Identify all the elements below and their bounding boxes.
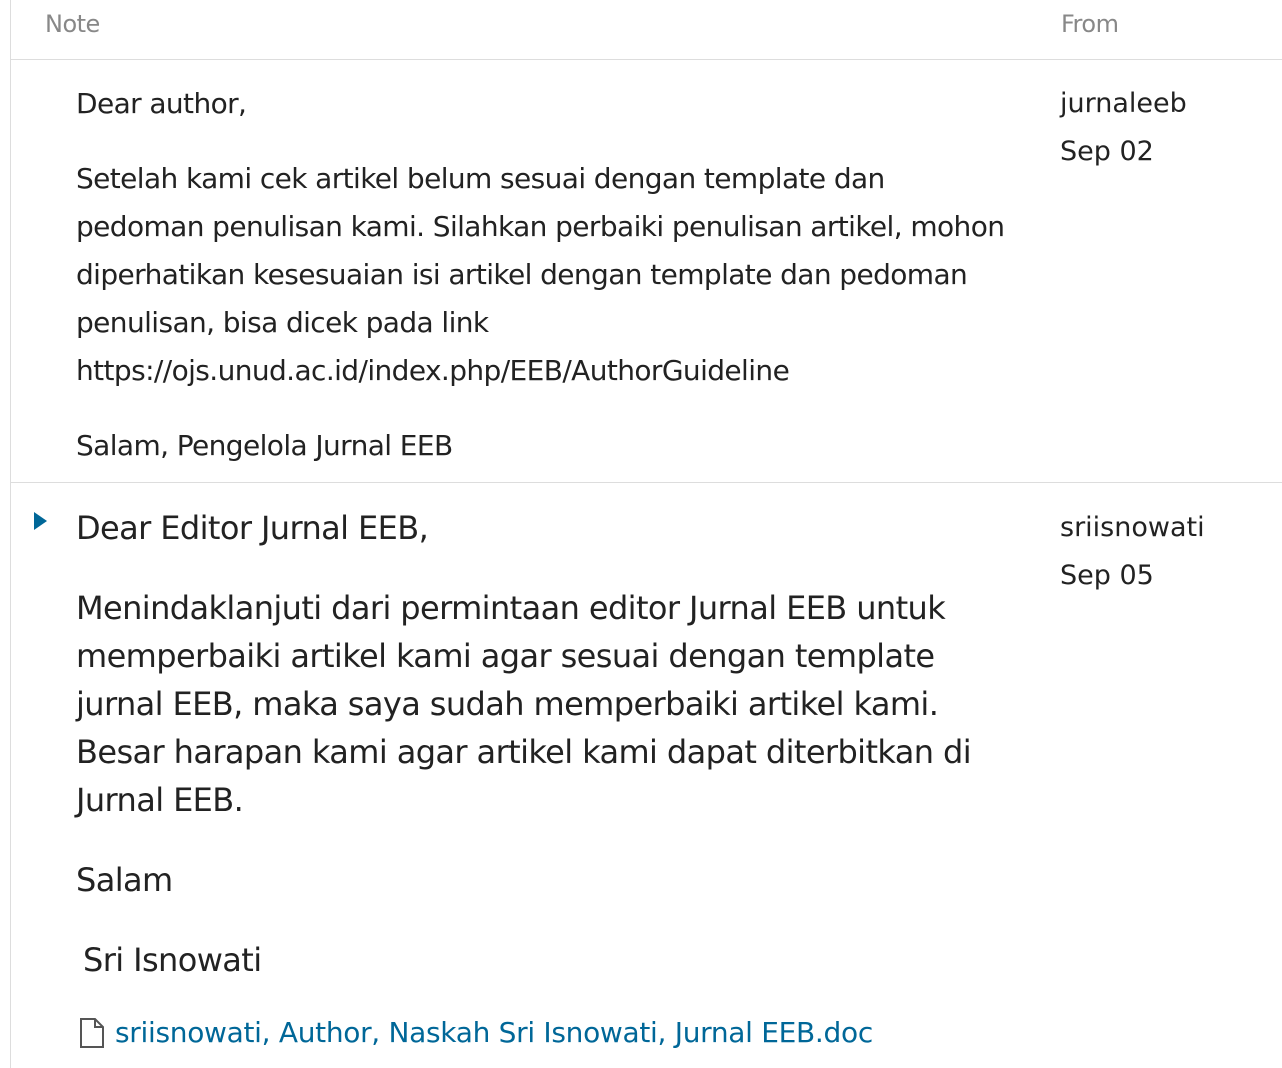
note-date: Sep 05 bbox=[1060, 560, 1154, 591]
note-from: jurnaleeb Sep 02 bbox=[1060, 80, 1187, 176]
note-closing: Salam bbox=[76, 861, 173, 899]
attachment-link[interactable]: sriisnowati, Author, Naskah Sri Isnowati… bbox=[79, 1016, 873, 1049]
note-greeting: Dear Editor Jurnal EEB, bbox=[76, 509, 429, 547]
note-author: sriisnowati bbox=[1060, 512, 1205, 543]
note-from: sriisnowati Sep 05 bbox=[1060, 504, 1205, 600]
note-content: Dear Editor Jurnal EEB, Menindaklanjuti … bbox=[76, 504, 1016, 984]
note-text: Setelah kami cek artikel belum sesuai de… bbox=[76, 162, 1005, 387]
note-signature: Sri Isnowati bbox=[83, 941, 262, 979]
column-header-from: From bbox=[1061, 10, 1119, 38]
attachment-filename[interactable]: sriisnowati, Author, Naskah Sri Isnowati… bbox=[115, 1016, 873, 1049]
note-row: Dear Editor Jurnal EEB, Menindaklanjuti … bbox=[11, 484, 1282, 1068]
note-row: Dear author, Setelah kami cek artikel be… bbox=[11, 60, 1282, 483]
triangle-right-icon[interactable] bbox=[34, 512, 47, 530]
notes-panel: Note From Dear author, Setelah kami cek … bbox=[10, 0, 1282, 1068]
file-icon bbox=[80, 1017, 104, 1048]
note-greeting: Dear author, bbox=[76, 87, 247, 120]
notes-table-header: Note From bbox=[11, 0, 1282, 60]
note-content: Dear author, Setelah kami cek artikel be… bbox=[76, 80, 1016, 470]
note-text: Menindaklanjuti dari permintaan editor J… bbox=[76, 589, 972, 819]
column-header-note: Note bbox=[45, 10, 100, 38]
note-author: jurnaleeb bbox=[1060, 88, 1187, 119]
note-closing: Salam, Pengelola Jurnal EEB bbox=[76, 429, 453, 462]
note-date: Sep 02 bbox=[1060, 136, 1154, 167]
